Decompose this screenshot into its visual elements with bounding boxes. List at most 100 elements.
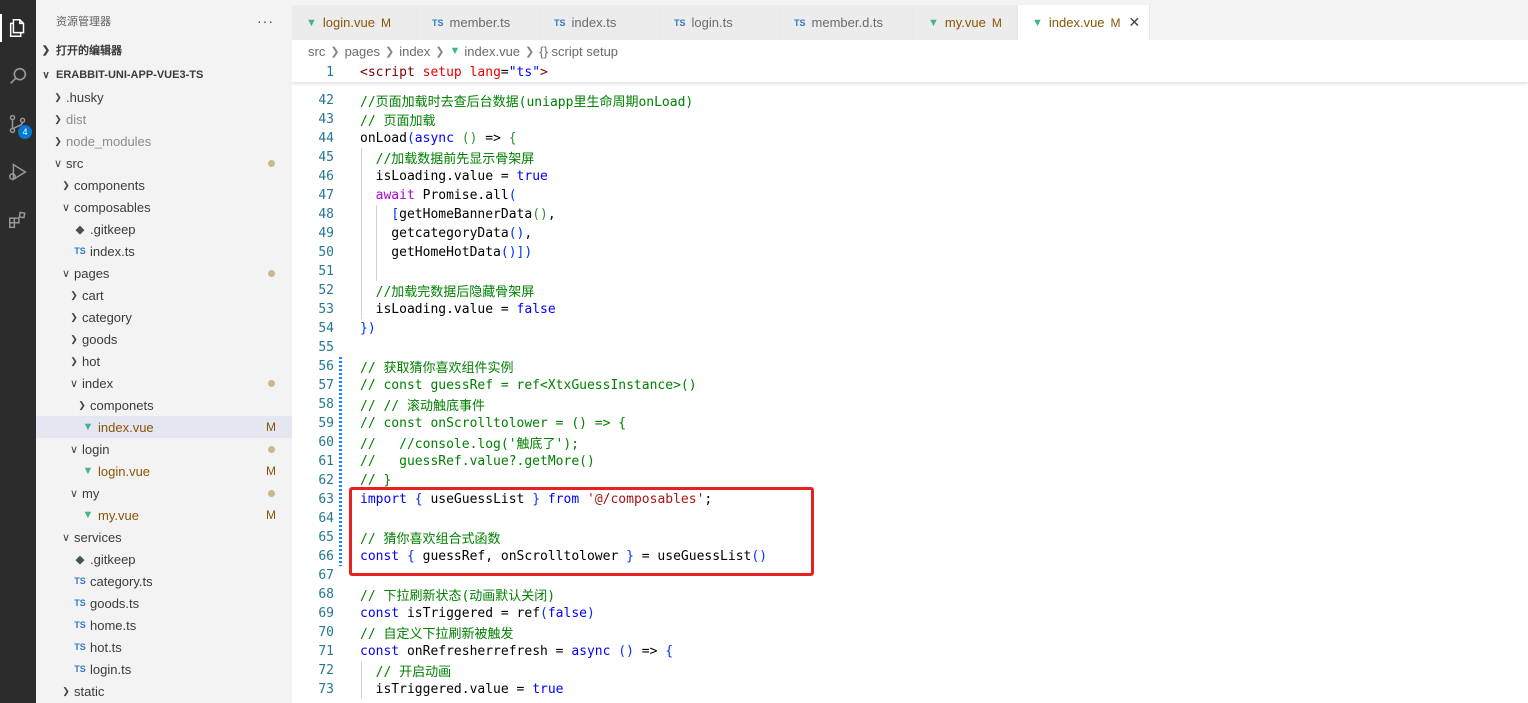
tree-item[interactable]: ◆ .gitkeep bbox=[36, 548, 292, 570]
breadcrumb-item[interactable]: index bbox=[399, 44, 430, 59]
tree-item[interactable]: ❯ node_modules bbox=[36, 130, 292, 152]
tree-item[interactable]: TS login.ts bbox=[36, 658, 292, 680]
ts-file-icon: TS bbox=[674, 17, 686, 28]
breadcrumb-item[interactable]: {} script setup bbox=[539, 44, 618, 59]
code-line: 54}) bbox=[292, 319, 1528, 338]
tree-item[interactable]: ▼ index.vue M bbox=[36, 416, 292, 438]
tree-item-label: home.ts bbox=[90, 617, 137, 633]
code-text: getcategoryData(), bbox=[360, 226, 533, 241]
tree-item[interactable]: ▼ my.vue M bbox=[36, 504, 292, 526]
tab-my-vue[interactable]: ▼ my.vue M bbox=[914, 5, 1018, 40]
code-line: 57 // const guessRef = ref<XtxGuessInstan… bbox=[292, 376, 1528, 395]
chevron-right-icon: ❯ bbox=[62, 685, 70, 696]
line-number: 71 bbox=[318, 644, 334, 659]
vue-file-icon: ▼ bbox=[1032, 16, 1043, 29]
tree-item[interactable]: ❯ dist bbox=[36, 108, 292, 130]
tab-member-ts[interactable]: TS member.ts bbox=[418, 5, 540, 40]
tree-item[interactable]: ❯ .husky bbox=[36, 86, 292, 108]
tree-item[interactable]: ❯ static bbox=[36, 680, 292, 702]
code-text: // 猜你喜欢组合式函数 bbox=[360, 532, 501, 547]
tree-item[interactable]: TS hot.ts bbox=[36, 636, 292, 658]
tree-item[interactable]: ∨ pages bbox=[36, 262, 292, 284]
tree-item[interactable]: TS goods.ts bbox=[36, 592, 292, 614]
tree-item[interactable]: TS index.ts bbox=[36, 240, 292, 262]
ts-file-icon: TS bbox=[74, 598, 86, 608]
chevron-down-icon: ∨ bbox=[61, 201, 71, 214]
tab-index-ts[interactable]: TS index.ts bbox=[540, 5, 660, 40]
line-number: 55 bbox=[318, 340, 334, 355]
indent-guide bbox=[361, 661, 362, 699]
breadcrumb-item[interactable]: src bbox=[308, 44, 325, 59]
line-number: 48 bbox=[318, 207, 334, 222]
tree-item[interactable]: TS category.ts bbox=[36, 570, 292, 592]
line-number: 53 bbox=[318, 302, 334, 317]
tab-label: member.d.ts bbox=[811, 15, 884, 30]
code-line: 46 isLoading.value = true bbox=[292, 167, 1528, 186]
tab-member-d-ts[interactable]: TS member.d.ts bbox=[780, 5, 914, 40]
tree-item[interactable]: ∨ services bbox=[36, 526, 292, 548]
chevron-right-icon: ❯ bbox=[54, 113, 62, 124]
tree-item[interactable]: ❯ goods bbox=[36, 328, 292, 350]
tree-item[interactable]: ▼ login.vue M bbox=[36, 460, 292, 482]
code-text: [getHomeBannerData(), bbox=[391, 207, 556, 222]
chevron-down-icon: ∨ bbox=[69, 487, 79, 500]
code-line: 42 //页面加载时去查后台数据(uniapp里生命周期onLoad) bbox=[292, 91, 1528, 110]
tree-item[interactable]: ❯ hot bbox=[36, 350, 292, 372]
tab-login-ts[interactable]: TS login.ts bbox=[660, 5, 780, 40]
code-text: // const onScrolltolower = () => { bbox=[360, 416, 627, 431]
tab-index-vue[interactable]: ▼ index.vue M ✕ bbox=[1018, 5, 1150, 40]
modified-badge: M bbox=[1110, 15, 1121, 30]
tab-label: member.ts bbox=[449, 15, 511, 30]
line-number: 47 bbox=[318, 188, 334, 203]
tree-item[interactable]: ∨ my bbox=[36, 482, 292, 504]
line-number: 42 bbox=[318, 93, 334, 108]
tree-item[interactable]: ∨ src bbox=[36, 152, 292, 174]
sticky-scroll-line[interactable]: 1 <script setup lang="ts"> bbox=[292, 62, 1528, 82]
search-icon[interactable] bbox=[0, 58, 36, 94]
code-line: 43 // 页面加载 bbox=[292, 110, 1528, 129]
tree-item[interactable]: ∨ index bbox=[36, 372, 292, 394]
open-editors-label: 打开的编辑器 bbox=[56, 45, 122, 57]
tab-login-vue[interactable]: ▼ login.vue M bbox=[292, 5, 418, 40]
tree-item[interactable]: ❯ components bbox=[36, 174, 292, 196]
line-number: 68 bbox=[318, 587, 334, 602]
open-editors-section[interactable]: ❯ 打开的编辑器 bbox=[36, 42, 292, 58]
code-line: 47 await Promise.all( bbox=[292, 186, 1528, 205]
code-text: getHomeHotData()]) bbox=[360, 245, 533, 260]
line-number: 58 bbox=[318, 397, 334, 412]
tree-item-label: goods.ts bbox=[90, 595, 140, 611]
modified-dot-icon bbox=[268, 380, 275, 387]
code-text: isLoading.value = true bbox=[360, 169, 548, 184]
line-number: 60 bbox=[318, 435, 334, 450]
breadcrumb-item[interactable]: index.vue bbox=[464, 44, 520, 59]
tree-item[interactable]: ◆ .gitkeep bbox=[36, 218, 292, 240]
project-section[interactable]: ∨ ERABBIT-UNI-APP-VUE3-TS bbox=[36, 64, 292, 86]
line-number: 69 bbox=[318, 606, 334, 621]
tree-item[interactable]: ❯ category bbox=[36, 306, 292, 328]
code-text: // const guessRef = ref<XtxGuessInstance… bbox=[360, 378, 697, 393]
code-line: 58 // // 滚动触底事件 bbox=[292, 395, 1528, 414]
code-editor[interactable]: 1 <script setup lang="ts"> 42 //页面加载时去查后台数… bbox=[292, 62, 1528, 703]
extensions-icon[interactable] bbox=[0, 202, 36, 238]
more-actions-icon[interactable]: ··· bbox=[257, 13, 274, 29]
modified-dot-icon bbox=[268, 490, 275, 497]
code-line: 52 //加载完数据后隐藏骨架屏 bbox=[292, 281, 1528, 300]
source-control-icon[interactable]: 4 bbox=[0, 106, 36, 142]
breadcrumb-item[interactable]: pages bbox=[345, 44, 380, 59]
tree-item[interactable]: ∨ composables bbox=[36, 196, 292, 218]
tree-item[interactable]: ❯ componets bbox=[36, 394, 292, 416]
explorer-icon[interactable] bbox=[0, 10, 36, 46]
run-debug-icon[interactable] bbox=[0, 154, 36, 190]
tree-item-label: my bbox=[82, 485, 100, 501]
tree-item[interactable]: TS home.ts bbox=[36, 614, 292, 636]
ts-file-icon: TS bbox=[74, 620, 86, 630]
project-label: ERABBIT-UNI-APP-VUE3-TS bbox=[56, 69, 204, 81]
chevron-down-icon: ∨ bbox=[61, 531, 71, 544]
line-number: 49 bbox=[318, 226, 334, 241]
tree-item[interactable]: ∨ login bbox=[36, 438, 292, 460]
tree-item-label: .husky bbox=[66, 89, 104, 105]
tree-item[interactable]: ❯ cart bbox=[36, 284, 292, 306]
chevron-right-icon: ❯ bbox=[54, 91, 62, 102]
line-number: 62 bbox=[318, 473, 334, 488]
close-icon[interactable]: ✕ bbox=[1129, 14, 1141, 31]
